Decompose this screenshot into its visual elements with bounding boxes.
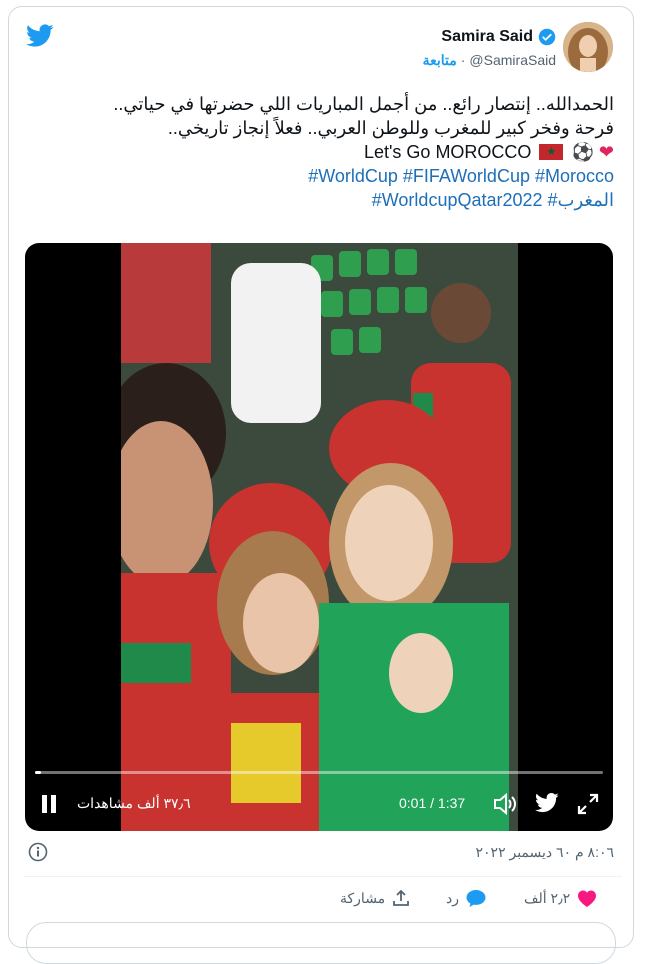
verified-badge-icon (538, 28, 556, 46)
meta-separator: · (460, 52, 466, 68)
tweet-line-3: Let's Go MOROCCO ⚽ ❤ (34, 140, 614, 164)
pause-icon[interactable] (41, 795, 57, 813)
tweet-text: الحمدالله.. إنتصار رائع.. من أجمل المبار… (34, 92, 614, 212)
info-icon[interactable] (28, 842, 48, 862)
video-progress-fill (35, 771, 41, 774)
video-frame (121, 243, 518, 831)
like-count: ٢٫٢ ألف (524, 889, 571, 906)
video-frame-image (121, 243, 518, 831)
video-view-count: ٣٧٫٦ ألف مشاهدات (77, 795, 191, 811)
read-replies-button[interactable] (26, 922, 616, 964)
morocco-flag-icon (539, 144, 564, 160)
author-handle[interactable]: @SamiraSaid (469, 52, 556, 69)
divider (24, 876, 622, 877)
author-meta-row: متابعة · @SamiraSaid (423, 52, 556, 69)
avatar[interactable] (563, 22, 613, 72)
like-button[interactable]: ٢٫٢ ألف (524, 888, 598, 908)
video-controls: ٣٧٫٦ ألف مشاهدات 0:01 / 1:37 (25, 775, 613, 831)
heart-icon (578, 890, 597, 907)
reply-bubble-icon (466, 890, 486, 907)
tweet-actions: مشاركة رد ٢٫٢ ألف (0, 888, 650, 912)
tweet-line-1: الحمدالله.. إنتصار رائع.. من أجمل المبار… (113, 94, 614, 114)
hashtags-line-2[interactable]: #WorldcupQatar2022 #المغرب (34, 188, 614, 212)
share-button[interactable]: مشاركة (340, 888, 411, 908)
share-icon (393, 889, 410, 906)
video-player[interactable]: ٣٧٫٦ ألف مشاهدات 0:01 / 1:37 (25, 243, 613, 831)
twitter-bird-icon[interactable] (26, 24, 54, 48)
share-label: مشاركة (340, 889, 386, 906)
soccer-ball-icon: ⚽ (571, 142, 594, 162)
video-time: 0:01 / 1:37 (399, 795, 466, 811)
tweet-meta: ٨:٠٦ م ٦٠ ديسمبر ٢٠٢٢ (28, 842, 614, 866)
hashtags-line-1[interactable]: #WorldCup #FIFAWorldCup #Morocco (34, 164, 614, 188)
reply-label: رد (446, 889, 459, 906)
tweet-line-2: فرحة وفخر كبير للمغرب وللوطن العربي.. فع… (167, 118, 614, 138)
avatar-portrait (563, 22, 613, 72)
follow-link[interactable]: متابعة (423, 52, 457, 69)
author-name-row: Samira Said (441, 28, 556, 46)
volume-icon[interactable] (493, 793, 517, 815)
red-heart-icon: ❤ (598, 142, 614, 162)
twitter-icon[interactable] (535, 793, 559, 813)
video-progress-bar[interactable] (35, 771, 603, 774)
fullscreen-icon[interactable] (577, 793, 599, 815)
reply-button[interactable]: رد (446, 888, 487, 908)
tweet-timestamp[interactable]: ٨:٠٦ م ٦٠ ديسمبر ٢٠٢٢ (476, 844, 614, 861)
lets-go-text: Let's Go MOROCCO (363, 142, 532, 162)
author-name[interactable]: Samira Said (441, 28, 533, 46)
